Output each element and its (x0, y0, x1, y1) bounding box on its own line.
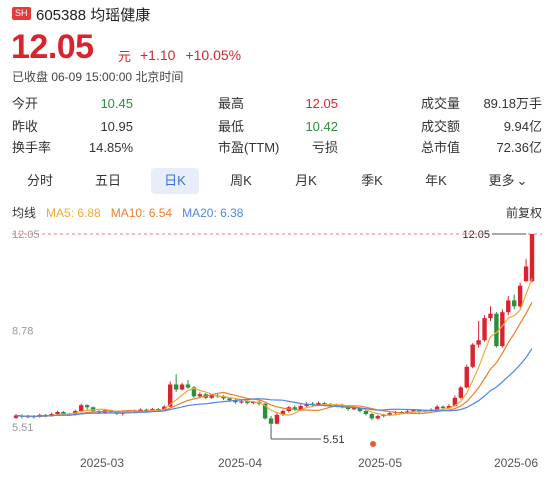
stat-value: 亏损 (311, 140, 338, 155)
stat-label: 最高 (218, 96, 245, 111)
legend-ma10: MA10: 6.54 (110, 206, 173, 220)
kline-chart[interactable]: 12.05 8.78 5.51 12.05 5.51 2025-03 2025-04 2025… (0, 222, 554, 477)
candle-body (197, 394, 203, 397)
candle-body (179, 384, 185, 390)
candle-body (369, 414, 375, 419)
candle-body (506, 300, 511, 313)
y-tick-label: 12.05 (12, 229, 40, 241)
tab-7[interactable]: 更多 ⌄ (482, 168, 534, 194)
stat-label: 最低 (218, 119, 245, 134)
event-marker-dot (370, 441, 376, 447)
price-change: +1.10 +10.05% (140, 47, 251, 63)
period-tabs: 分时 五日 日K 周K 月K 季K 年K 更多 ⌄ (0, 166, 554, 196)
stat-value: 10.45 (100, 96, 133, 111)
tab-label: 年K (425, 173, 447, 188)
candle-body (470, 344, 475, 367)
candle-body (84, 405, 90, 408)
tab-6[interactable]: 年K (414, 168, 458, 194)
y-tick-label: 5.51 (12, 422, 33, 434)
candle-body (458, 387, 464, 398)
tab-label: 日K (164, 173, 186, 188)
tab-5[interactable]: 季K (350, 168, 394, 194)
candle-body (274, 414, 280, 424)
stat-label: 总市值 (421, 140, 461, 155)
stat-value: 9.94亿 (503, 119, 542, 134)
tab-label: 五日 (94, 173, 121, 188)
candle-body (185, 384, 191, 388)
tab-0[interactable]: 分时 (18, 168, 62, 194)
tab-label: 分时 (26, 173, 53, 188)
x-tick-label: 2025-04 (218, 456, 262, 470)
candle-body (482, 318, 487, 341)
x-tick-label: 2025-05 (358, 456, 402, 470)
tab-label: 月K (295, 173, 317, 188)
adjust-mode-button[interactable]: 前复权 (506, 204, 542, 221)
candle-body (464, 366, 469, 388)
exchange-badge: SH (12, 7, 31, 20)
legend-ma20: MA20: 6.38 (182, 206, 244, 220)
candle-body (239, 401, 244, 403)
tab-label: 季K (361, 173, 383, 188)
tab-4[interactable]: 月K (284, 168, 328, 194)
high-annotation-label: 12.05 (462, 229, 490, 241)
candle-body (488, 313, 493, 319)
candle-body (173, 384, 179, 390)
change-amount: +1.10 (140, 47, 176, 63)
candle-body (209, 395, 214, 398)
legend-title: 均线 (12, 206, 37, 220)
candle-body (440, 406, 446, 409)
candle-body (268, 418, 274, 424)
stat-label: 成交量 (421, 96, 461, 111)
ma-legend: 均线 MA5: 6.88 MA10: 6.54 MA20: 6.38 (12, 204, 253, 221)
stat-label: 成交额 (421, 119, 461, 134)
chevron-down-icon: ⌄ (516, 173, 528, 188)
candle-body (61, 411, 66, 414)
tab-label: 周K (230, 173, 252, 188)
stat-value: 12.05 (305, 96, 338, 111)
stat-label: 今开 (12, 96, 39, 111)
candle-body (529, 234, 535, 282)
market-status: 已收盘 06-09 15:00:00 北京时间 (12, 70, 184, 84)
tab-2[interactable]: 日K (151, 168, 199, 194)
low-annotation-label: 5.51 (323, 434, 344, 446)
stock-code-name: 605388 均瑶健康 (36, 7, 151, 24)
candle-body (500, 312, 505, 347)
candle-body (227, 398, 232, 401)
candle-body (363, 411, 369, 415)
stat-label: 昨收 (12, 119, 39, 134)
candle-body (523, 266, 529, 282)
candle-body (79, 405, 84, 412)
candle-body (375, 416, 380, 419)
y-tick-label: 8.78 (12, 326, 33, 338)
tab-3[interactable]: 周K (219, 168, 263, 194)
candle-body (411, 410, 416, 412)
candle-body (517, 285, 523, 307)
candle-body (494, 313, 499, 347)
stat-value: 72.36亿 (496, 140, 542, 155)
candle-body (512, 300, 517, 307)
stat-label: 换手率 (12, 140, 52, 155)
candle-body (476, 340, 481, 345)
stat-value: 14.85% (88, 140, 133, 155)
x-tick-label: 2025-06 (494, 456, 538, 470)
tab-label: 更多 (488, 173, 515, 188)
current-price: 12.05 (11, 28, 94, 66)
change-percent: +10.05% (185, 47, 242, 63)
stat-value: 89.18万手 (483, 96, 542, 111)
price-unit: 元 (118, 49, 132, 64)
stat-value: 10.42 (305, 119, 338, 134)
tab-1[interactable]: 五日 (86, 168, 130, 194)
candle-body (55, 411, 60, 415)
stat-value: 10.95 (100, 119, 133, 134)
legend-ma5: MA5: 6.88 (46, 206, 101, 220)
x-tick-label: 2025-03 (80, 456, 124, 470)
